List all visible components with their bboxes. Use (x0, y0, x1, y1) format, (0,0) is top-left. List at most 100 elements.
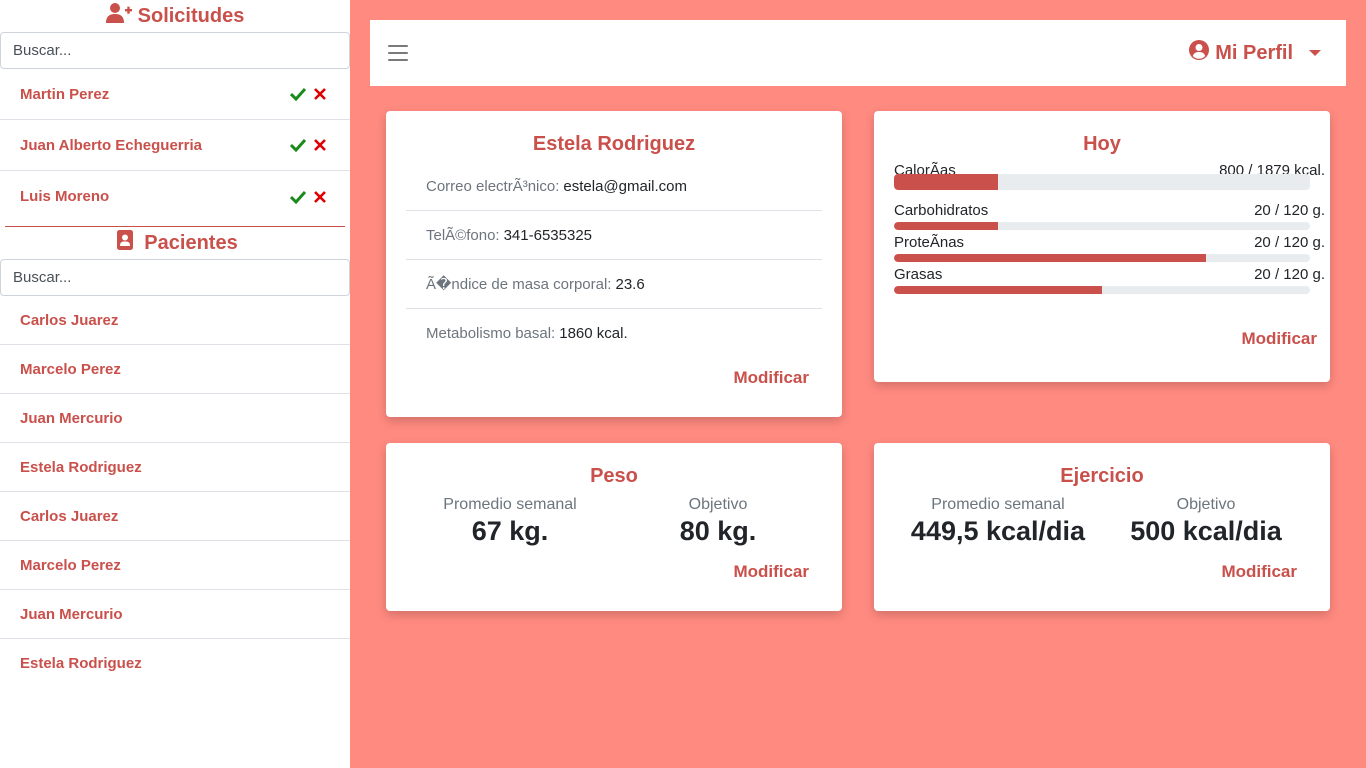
macro-row-calories: CalorÃas 800 / 1879 kcal. (894, 162, 1325, 202)
weight-title: Peso (590, 465, 638, 487)
sidebar: Solicitudes Martin Perez Juan Alberto Ec… (0, 0, 350, 768)
patient-item[interactable]: Carlos Juarez (0, 492, 350, 541)
patient-item[interactable]: Marcelo Perez (0, 541, 350, 590)
macro-label: Carbohidratos (894, 202, 989, 219)
exercise-average-value: 449,5 kcal/dia (910, 516, 1086, 546)
request-item[interactable]: Juan Alberto Echeguerria (0, 120, 350, 171)
phone-row: TelÃ©fono: 341-6535325 (406, 211, 822, 260)
close-icon[interactable] (314, 190, 326, 203)
weight-goal-label: Objetivo (688, 496, 748, 513)
user-circle-icon (1189, 40, 1210, 66)
request-name: Martin Perez (20, 85, 110, 103)
check-icon[interactable] (290, 87, 306, 101)
patient-name: Juan Mercurio (20, 605, 123, 623)
macro-value: 20 / 120 g. (1254, 202, 1325, 219)
exercise-average: Promedio semanal 449,5 kcal/dia (894, 496, 1102, 547)
email-row: Correo electrÃ³nico: estela@gmail.com (406, 162, 822, 211)
patient-name: Carlos Juarez (20, 311, 119, 329)
weight-average-value: 67 kg. (471, 516, 549, 546)
patient-item[interactable]: Juan Mercurio (0, 394, 350, 443)
patient-info-card: Estela Rodriguez Correo electrÃ³nico: es… (386, 111, 842, 417)
progress-bar-fill (894, 222, 998, 230)
exercise-goal-label: Objetivo (1176, 496, 1236, 513)
patients-list: Carlos Juarez Marcelo Perez Juan Mercuri… (0, 296, 350, 688)
modify-today-button[interactable]: Modificar (1241, 329, 1317, 349)
patient-name: Marcelo Perez (20, 556, 121, 574)
request-actions (290, 138, 326, 152)
patient-name: Estela Rodriguez (20, 458, 142, 476)
request-name: Luis Moreno (20, 188, 110, 205)
bmr-value: 1860 kcal. (559, 325, 628, 342)
close-icon[interactable] (314, 88, 326, 100)
chevron-down-icon (1309, 50, 1321, 56)
request-actions (290, 190, 326, 204)
patient-name-title: Estela Rodriguez (532, 133, 696, 155)
request-item[interactable]: Martin Perez (0, 69, 350, 120)
email-label: Correo electrÃ³nico: (426, 177, 560, 195)
macro-row-carbs: Carbohidratos 20 / 120 g. (894, 202, 1325, 234)
exercise-card: Ejercicio Promedio semanal 449,5 kcal/di… (874, 443, 1330, 611)
modify-patient-button[interactable]: Modificar (733, 368, 809, 388)
profile-dropdown[interactable]: Mi Perfil (1189, 40, 1321, 66)
phone-value: 341-6535325 (503, 226, 593, 244)
patient-name: Carlos Juarez (20, 507, 119, 525)
progress-bar-fill (894, 174, 998, 190)
macro-row-fat: Grasas 20 / 120 g. (894, 266, 1325, 298)
requests-title: Solicitudes (137, 4, 245, 27)
request-actions (290, 87, 326, 101)
patient-name: Juan Mercurio (20, 409, 123, 427)
weight-goal: Objetivo 80 kg. (614, 496, 822, 547)
check-icon[interactable] (290, 138, 306, 152)
exercise-average-label: Promedio semanal (931, 496, 1065, 513)
macro-row-protein: ProteÃnas 20 / 120 g. (894, 234, 1325, 266)
modify-exercise-button[interactable]: Modificar (1221, 562, 1297, 582)
bmr-label: Metabolismo basal: (426, 325, 556, 342)
menu-icon[interactable] (388, 45, 408, 61)
close-icon[interactable] (314, 139, 326, 151)
weight-average: Promedio semanal 67 kg. (406, 496, 614, 547)
weight-goal-value: 80 kg. (679, 516, 757, 546)
bmi-value: 23.6 (615, 275, 645, 293)
phone-label: TelÃ©fono: (426, 226, 500, 244)
email-value: estela@gmail.com (563, 177, 687, 195)
today-title: Hoy (1083, 133, 1121, 155)
progress-bar (894, 222, 1310, 230)
check-icon[interactable] (290, 190, 306, 204)
address-book-icon (112, 229, 138, 257)
progress-bar (894, 174, 1310, 190)
macro-label: ProteÃnas (894, 234, 965, 251)
progress-bar-fill (894, 254, 1206, 262)
patient-item[interactable]: Estela Rodriguez (0, 443, 350, 492)
patients-header: Pacientes (0, 227, 350, 259)
weight-card: Peso Promedio semanal 67 kg. Objetivo 80… (386, 443, 842, 611)
exercise-stats: Promedio semanal 449,5 kcal/dia Objetivo… (894, 496, 1310, 547)
macros-list: CalorÃas 800 / 1879 kcal. Carbohidratos … (894, 162, 1325, 298)
patients-search-input[interactable] (0, 259, 350, 296)
today-card: Hoy CalorÃas 800 / 1879 kcal. Carbohidra… (874, 111, 1330, 382)
requests-search-input[interactable] (0, 32, 350, 69)
exercise-goal-value: 500 kcal/dia (1130, 516, 1282, 546)
request-item[interactable]: Luis Moreno (0, 171, 350, 222)
top-navbar: Mi Perfil (370, 20, 1346, 86)
modify-weight-button[interactable]: Modificar (733, 562, 809, 582)
user-plus-icon (105, 2, 132, 30)
exercise-goal: Objetivo 500 kcal/dia (1102, 496, 1310, 547)
bmr-row: Metabolismo basal: 1860 kcal. (406, 309, 822, 358)
patient-item[interactable]: Marcelo Perez (0, 345, 350, 394)
progress-bar (894, 254, 1310, 262)
patient-info-list: Correo electrÃ³nico: estela@gmail.com Te… (406, 162, 822, 358)
patient-name: Marcelo Perez (20, 360, 121, 378)
patient-item[interactable]: Juan Mercurio (0, 590, 350, 639)
weight-average-label: Promedio semanal (443, 496, 577, 513)
progress-bar-fill (894, 286, 1102, 294)
requests-header: Solicitudes (0, 0, 350, 32)
progress-bar (894, 286, 1310, 294)
macro-value: 20 / 120 g. (1254, 266, 1325, 283)
exercise-title: Ejercicio (1060, 465, 1144, 487)
patient-item[interactable]: Estela Rodriguez (0, 639, 350, 688)
request-name: Juan Alberto Echeguerria (20, 136, 202, 154)
macro-value: 20 / 120 g. (1254, 234, 1325, 251)
patient-item[interactable]: Carlos Juarez (0, 296, 350, 345)
patients-title: Pacientes (144, 231, 238, 254)
patient-name: Estela Rodriguez (20, 655, 142, 672)
